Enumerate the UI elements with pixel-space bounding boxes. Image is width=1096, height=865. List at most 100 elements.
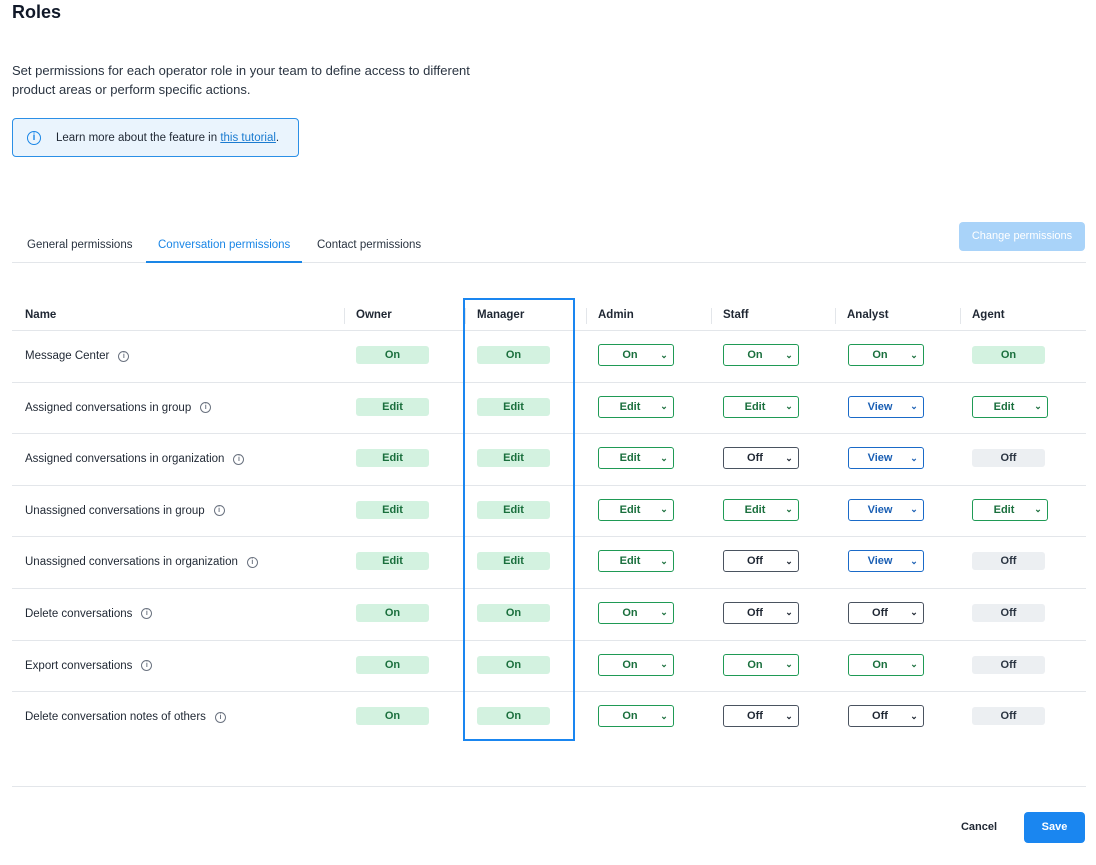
- permission-name: Delete conversation notes of others i: [25, 692, 226, 742]
- chevron-down-icon: ⌄: [1034, 504, 1042, 515]
- table-row: Unassigned conversations in group i Edit Ed…: [12, 486, 1086, 538]
- staff-permission-dropdown[interactable]: On ⌄: [723, 344, 799, 366]
- dropdown-value: Off: [872, 606, 888, 619]
- chevron-down-icon: ⌄: [910, 349, 918, 360]
- owner-permission-badge: Edit: [356, 449, 429, 468]
- permission-name: Assigned conversations in organization i: [25, 434, 245, 484]
- agent-permission-badge: Off: [972, 655, 1045, 674]
- analyst-permission-dropdown[interactable]: View ⌄: [848, 498, 924, 521]
- agent-permission-dropdown[interactable]: Edit ⌄: [972, 498, 1048, 521]
- table-row: Delete conversations i On On On ⌄ Off ⌄ Off ⌄ Off: [12, 589, 1086, 641]
- info-icon[interactable]: i: [141, 608, 153, 620]
- dropdown-value: Edit: [993, 503, 1015, 516]
- info-text: Learn more about the feature in: [56, 131, 218, 144]
- agent-permission-dropdown[interactable]: Edit ⌄: [972, 395, 1048, 418]
- analyst-permission-dropdown[interactable]: View ⌄: [848, 395, 924, 418]
- admin-permission-dropdown[interactable]: Edit ⌄: [598, 550, 674, 573]
- dropdown-value: Off: [747, 555, 763, 568]
- column-header-staff: Staff: [723, 309, 749, 321]
- dropdown-value: Off: [747, 452, 763, 465]
- owner-permission-badge: Edit: [356, 552, 429, 571]
- owner-permission-badge: On: [356, 603, 429, 622]
- admin-permission-dropdown[interactable]: Edit ⌄: [598, 498, 674, 521]
- permission-name: Export conversations i: [25, 641, 153, 691]
- chevron-down-icon: ⌄: [660, 504, 668, 515]
- dropdown-value: View: [867, 503, 893, 516]
- chevron-down-icon: ⌄: [910, 659, 918, 670]
- staff-permission-dropdown[interactable]: Off ⌄: [723, 601, 799, 624]
- chevron-down-icon: ⌄: [785, 555, 793, 566]
- analyst-permission-dropdown[interactable]: Off ⌄: [848, 705, 924, 728]
- footer-divider: [12, 786, 1086, 787]
- chevron-down-icon: ⌄: [910, 710, 918, 721]
- dropdown-value: On: [622, 606, 638, 619]
- analyst-permission-dropdown[interactable]: View ⌄: [848, 447, 924, 470]
- dropdown-value: Edit: [619, 452, 641, 465]
- column-header-owner: Owner: [356, 309, 392, 321]
- info-icon[interactable]: i: [200, 402, 212, 414]
- chevron-down-icon: ⌄: [910, 555, 918, 566]
- chevron-down-icon: ⌄: [785, 710, 793, 721]
- table-row: Assigned conversations in organization i E…: [12, 434, 1086, 486]
- info-icon[interactable]: i: [118, 350, 130, 362]
- admin-permission-dropdown[interactable]: Edit ⌄: [598, 395, 674, 418]
- agent-permission-badge: Off: [972, 552, 1045, 571]
- admin-permission-dropdown[interactable]: On ⌄: [598, 601, 674, 624]
- staff-permission-dropdown[interactable]: On ⌄: [723, 653, 799, 676]
- dropdown-value: View: [867, 452, 893, 465]
- column-header-agent: Agent: [972, 309, 1005, 321]
- owner-permission-badge: Edit: [356, 500, 429, 519]
- analyst-permission-dropdown[interactable]: On ⌄: [848, 344, 924, 366]
- change-permissions-button[interactable]: Change permissions: [959, 222, 1085, 251]
- info-icon[interactable]: i: [213, 505, 225, 517]
- column-divider: [835, 308, 836, 324]
- admin-permission-dropdown[interactable]: Edit ⌄: [598, 447, 674, 470]
- staff-permission-dropdown[interactable]: Off ⌄: [723, 705, 799, 728]
- chevron-down-icon: ⌄: [910, 504, 918, 515]
- tutorial-link[interactable]: this tutorial: [220, 132, 276, 144]
- info-icon[interactable]: i: [233, 453, 245, 465]
- permission-name: Assigned conversations in group i: [25, 383, 212, 433]
- manager-permission-badge: Edit: [477, 552, 550, 571]
- tab-general-permissions[interactable]: General permissions: [27, 230, 132, 261]
- analyst-permission-dropdown[interactable]: Off ⌄: [848, 601, 924, 624]
- permission-name: Message Center i: [25, 331, 130, 381]
- analyst-permission-dropdown[interactable]: View ⌄: [848, 550, 924, 573]
- analyst-permission-dropdown[interactable]: On ⌄: [848, 653, 924, 676]
- tab-conversation-permissions[interactable]: Conversation permissions: [146, 230, 303, 263]
- agent-permission-badge: Off: [972, 707, 1045, 726]
- tab-contact-permissions[interactable]: Contact permissions: [317, 230, 421, 261]
- staff-permission-dropdown[interactable]: Off ⌄: [723, 550, 799, 573]
- dropdown-value: On: [622, 349, 638, 361]
- admin-permission-dropdown[interactable]: On ⌄: [598, 653, 674, 676]
- staff-permission-dropdown[interactable]: Edit ⌄: [723, 498, 799, 521]
- manager-permission-badge: Edit: [477, 397, 550, 416]
- info-icon[interactable]: i: [214, 711, 226, 723]
- manager-permission-badge: Edit: [477, 449, 550, 468]
- staff-permission-dropdown[interactable]: Edit ⌄: [723, 395, 799, 418]
- table-row: Unassigned conversations in organization…: [12, 537, 1086, 589]
- chevron-down-icon: ⌄: [660, 349, 668, 360]
- admin-permission-dropdown[interactable]: On ⌄: [598, 344, 674, 366]
- permission-label: Export conversations: [25, 659, 133, 672]
- info-icon[interactable]: i: [141, 660, 153, 672]
- cancel-button[interactable]: Cancel: [946, 812, 1012, 843]
- chevron-down-icon: ⌄: [660, 607, 668, 618]
- info-suffix: .: [275, 131, 280, 144]
- save-button[interactable]: Save: [1024, 812, 1085, 843]
- column-divider: [960, 308, 961, 324]
- owner-permission-badge: On: [356, 655, 429, 674]
- info-icon[interactable]: i: [246, 556, 258, 568]
- dropdown-value: View: [867, 555, 893, 568]
- column-divider: [465, 308, 466, 324]
- admin-permission-dropdown[interactable]: On ⌄: [598, 705, 674, 728]
- manager-permission-badge: On: [477, 603, 550, 622]
- permission-label: Delete conversations: [25, 607, 133, 620]
- table-row: Message Center i On On On ⌄ On ⌄ On ⌄ On: [12, 331, 1086, 383]
- manager-permission-badge: On: [477, 655, 550, 674]
- chevron-down-icon: ⌄: [785, 349, 793, 360]
- permission-label: Unassigned conversations in organization: [25, 556, 238, 569]
- table-row: Assigned conversations in group i Edit Edit…: [12, 383, 1086, 435]
- manager-permission-badge: Edit: [477, 500, 550, 519]
- staff-permission-dropdown[interactable]: Off ⌄: [723, 447, 799, 470]
